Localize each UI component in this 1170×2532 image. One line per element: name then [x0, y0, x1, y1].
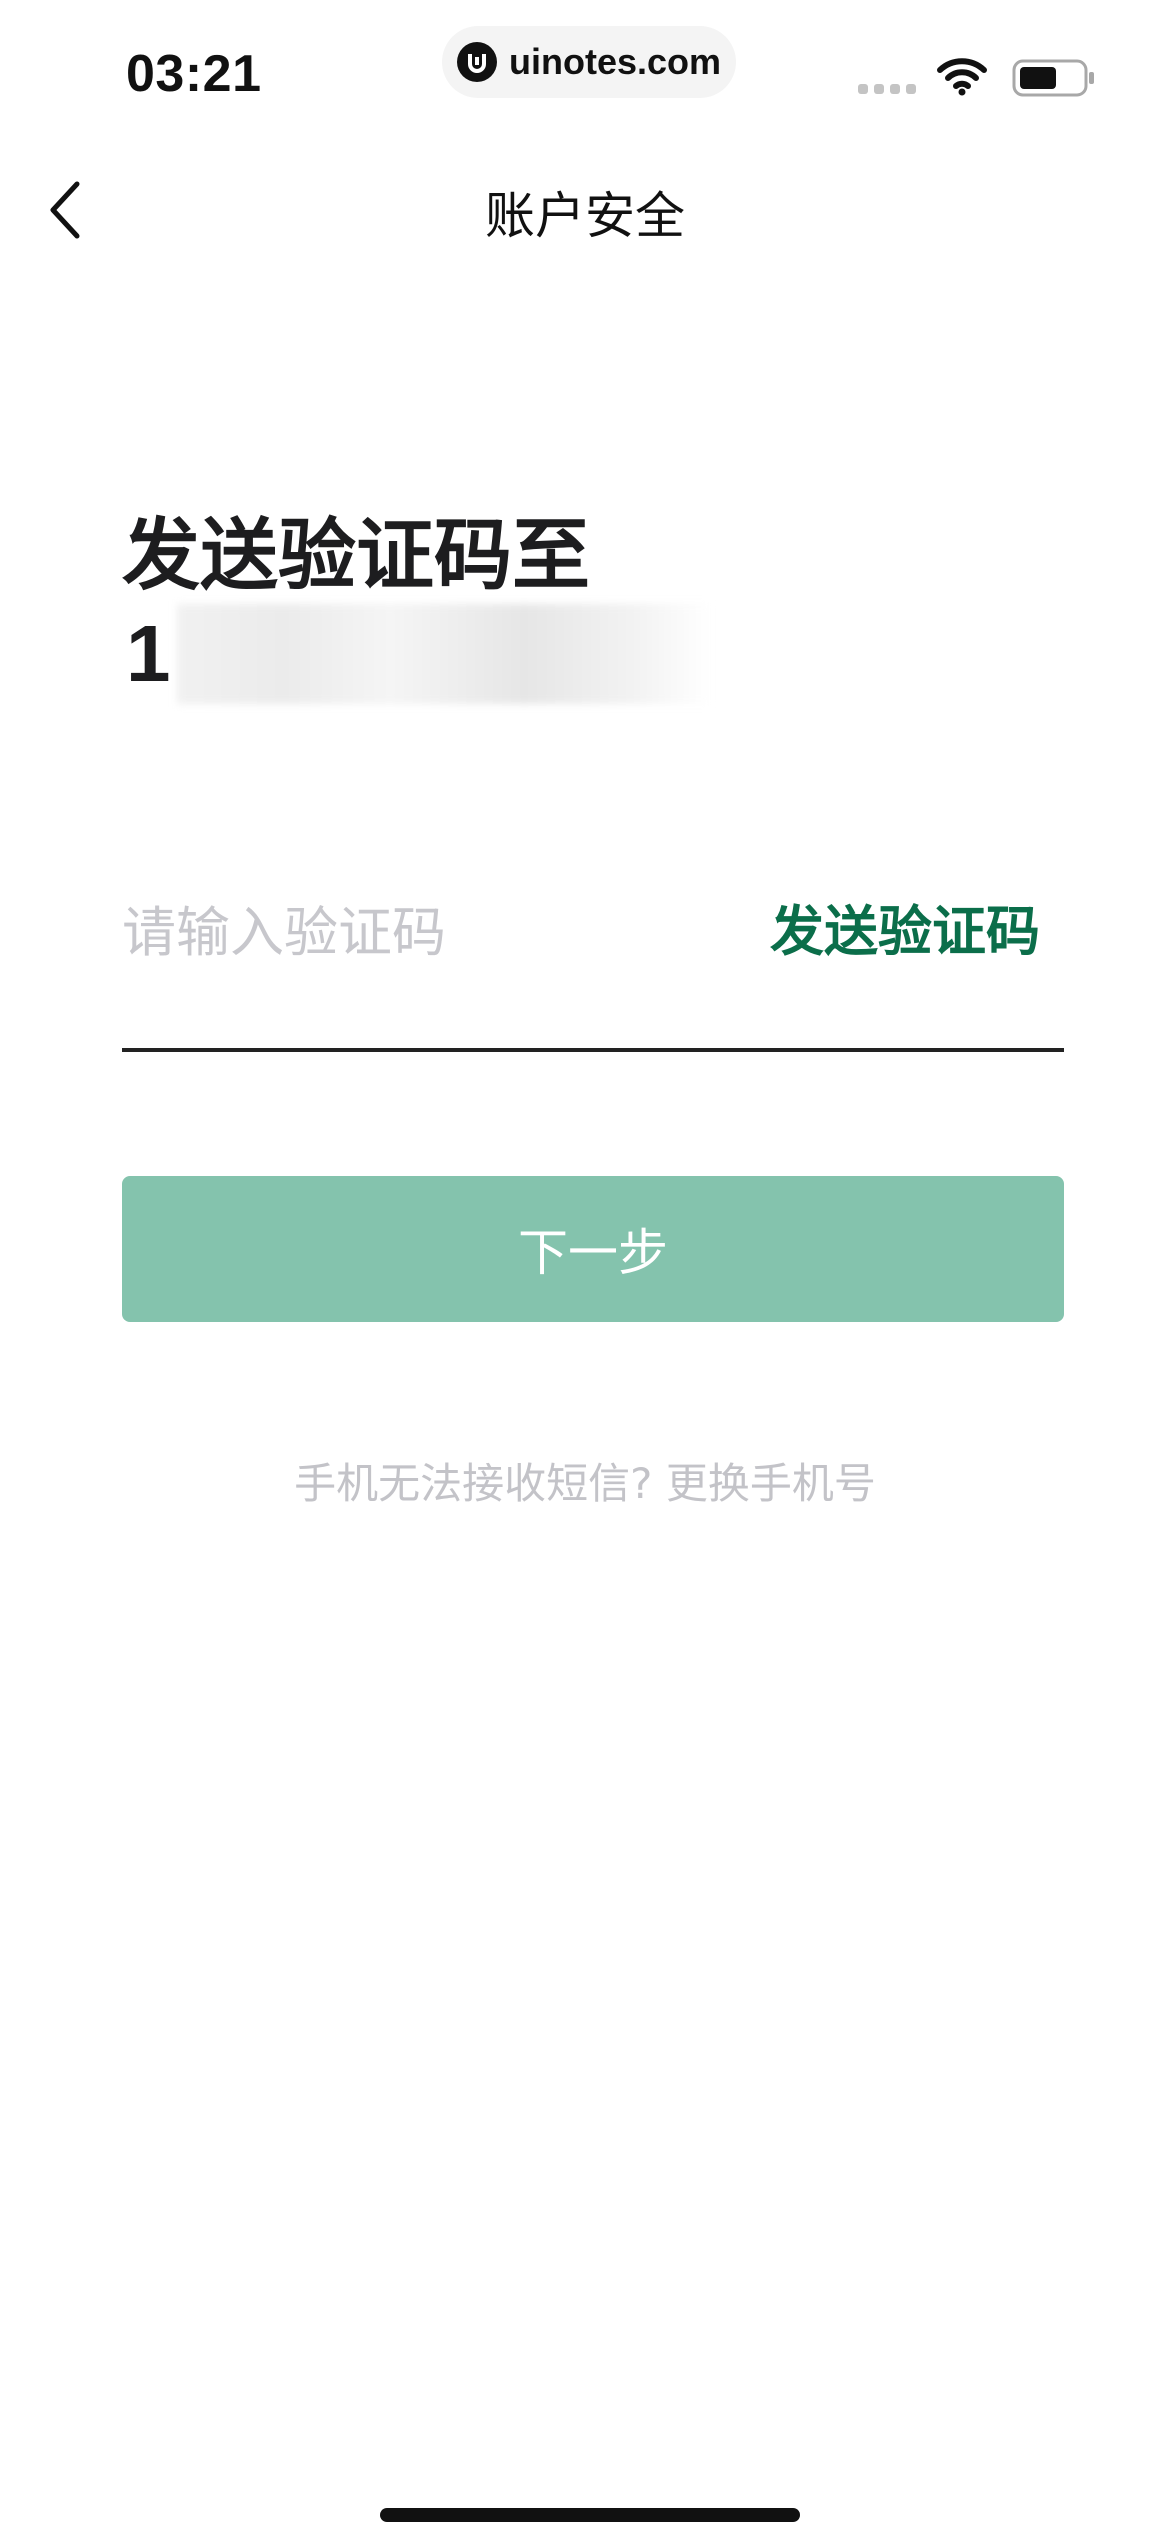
change-phone-row: 手机无法接收短信? 更换手机号: [0, 1450, 1170, 1511]
url-pill[interactable]: uinotes.com: [442, 26, 736, 98]
account-security-screen: 03:21 uinotes.com 账户安全 发送验证码至 1 请输入验证码 发…: [0, 0, 1170, 2532]
url-text: uinotes.com: [508, 41, 722, 82]
wifi-icon: [937, 58, 987, 96]
page-title: 账户安全: [485, 187, 685, 245]
masked-phone-number: 1: [126, 604, 711, 704]
verify-heading: 发送验证码至: [122, 511, 591, 601]
uinotes-logo-icon: [456, 42, 497, 82]
change-phone-link[interactable]: 更换手机号: [666, 1459, 876, 1508]
verification-code-input[interactable]: [122, 892, 722, 972]
home-indicator[interactable]: [380, 2508, 800, 2522]
input-underline: [122, 1048, 1064, 1052]
cannot-receive-text: 手机无法接收短信?: [294, 1459, 653, 1508]
send-code-button[interactable]: 发送验证码: [770, 892, 1040, 972]
phone-prefix: 1: [126, 609, 171, 698]
cellular-signal-icon: [858, 84, 916, 94]
battery-icon: [1012, 59, 1094, 97]
phone-blur-mask: [176, 604, 711, 704]
next-step-button[interactable]: 下一步: [122, 1176, 1064, 1322]
status-time: 03:21: [126, 45, 262, 103]
